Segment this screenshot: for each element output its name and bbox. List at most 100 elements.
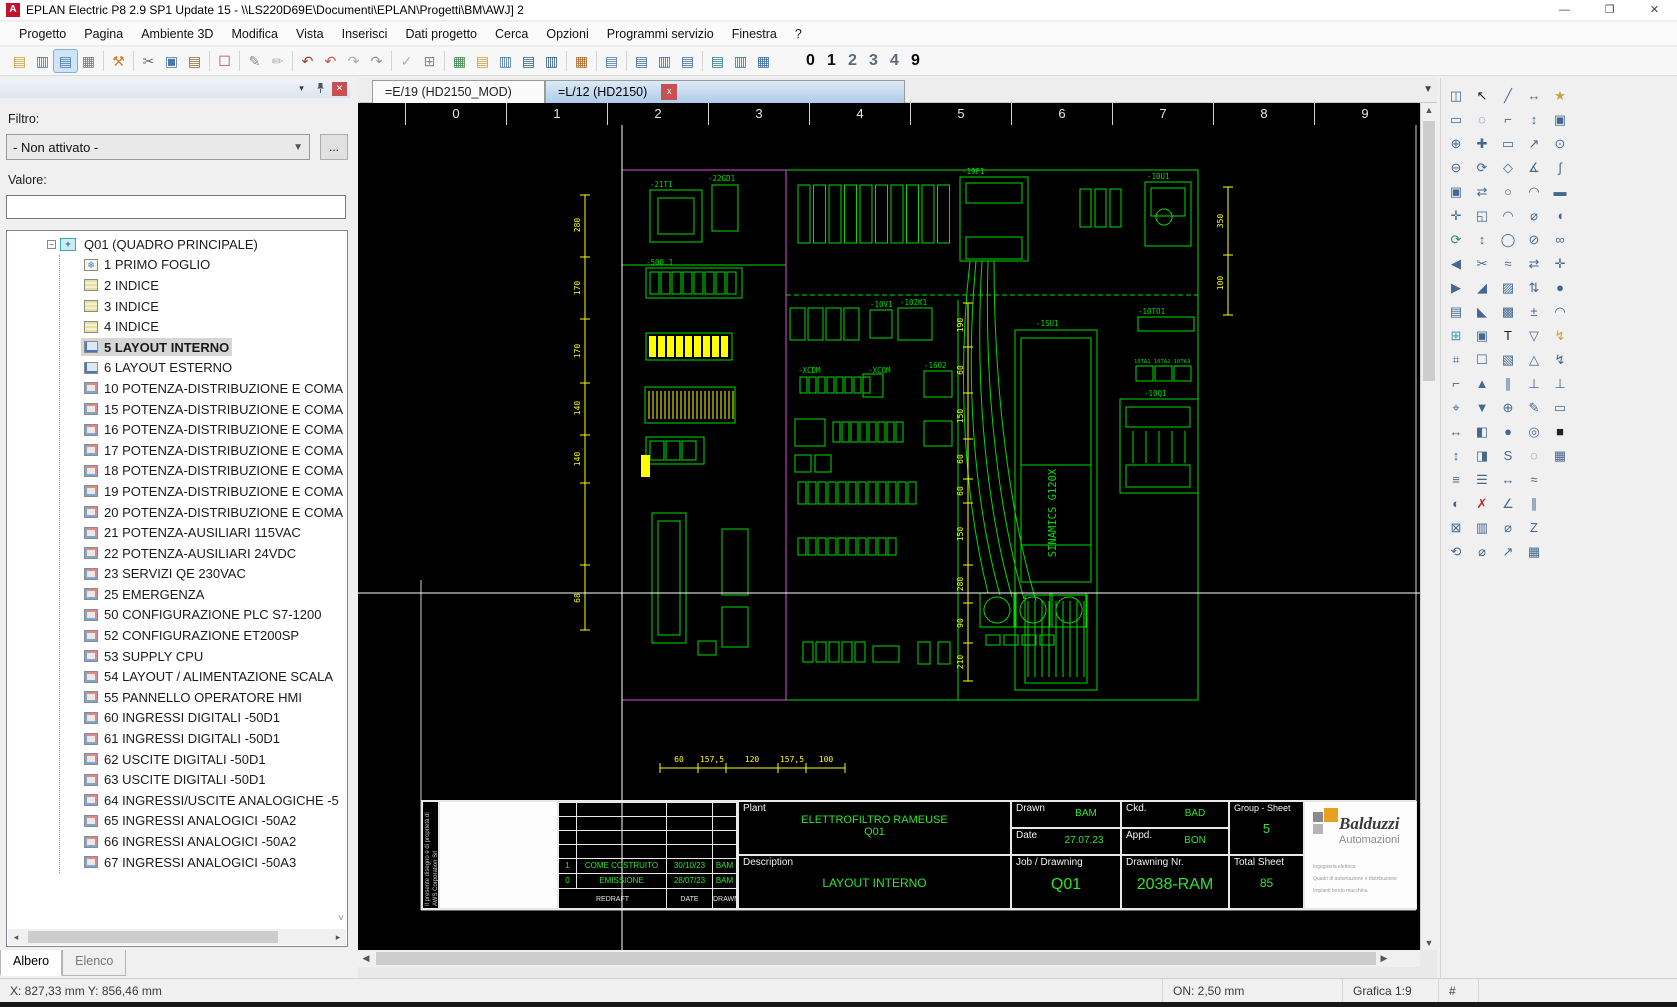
plc-box-icon[interactable]: ▦	[1548, 444, 1572, 468]
ortho-icon[interactable]: ⌐	[1444, 372, 1468, 396]
expander-icon[interactable]: −	[47, 239, 56, 249]
menu-item[interactable]: Progetto	[10, 24, 75, 44]
visibility-icon[interactable]: ◐	[1444, 492, 1468, 516]
menu-item[interactable]: Opzioni	[537, 24, 597, 44]
window-cascade-icon[interactable]: ◫	[1444, 84, 1468, 108]
properties-icon[interactable]: ▥	[1470, 516, 1494, 540]
new-project-icon[interactable]: ▤	[8, 50, 31, 72]
page-properties-icon[interactable]: ▤	[53, 49, 78, 73]
scrollbar-thumb[interactable]	[28, 931, 278, 943]
settings-wrench-icon[interactable]: ⚒	[107, 50, 130, 72]
spline-icon[interactable]: ≈	[1496, 252, 1520, 276]
menu-item[interactable]: Programmi servizio	[598, 24, 723, 44]
tree-item[interactable]: 66 INGRESSI ANALOGICI -50A2	[7, 831, 347, 852]
tree-item[interactable]: 25 EMERGENZA	[7, 584, 347, 605]
redo-multiple-icon[interactable]: ↷	[365, 50, 388, 72]
vertical-scrollbar[interactable]: ▲ ▼	[1420, 103, 1437, 950]
dim-baseline-icon[interactable]: ⇅	[1522, 276, 1546, 300]
dimension-icon[interactable]: ↔	[1496, 468, 1520, 492]
angle-dimension-icon[interactable]: ∠	[1496, 492, 1520, 516]
center-mark-icon[interactable]: ⊕	[1496, 396, 1520, 420]
tree-item[interactable]: 19 POTENZA-DISTRIBUZIONE E COMA	[7, 481, 347, 502]
parts-list-icon[interactable]: ▦	[570, 50, 593, 72]
bom-navigator-icon[interactable]: ▥	[540, 50, 563, 72]
mirror-icon[interactable]: ⇄	[1470, 180, 1494, 204]
construction-line-icon[interactable]: ∥	[1496, 372, 1520, 396]
fill-icon[interactable]: ▩	[1496, 300, 1520, 324]
pin-icon[interactable]	[313, 82, 328, 96]
lock-icon[interactable]: ⊠	[1444, 516, 1468, 540]
menu-item[interactable]: Ambiente 3D	[132, 24, 222, 44]
move-icon[interactable]: ✚	[1470, 132, 1494, 156]
scroll-right-icon[interactable]: ▶	[1376, 953, 1392, 964]
dim-arc-icon[interactable]: ◠	[1522, 180, 1546, 204]
filter-browse-button[interactable]: ...	[320, 134, 348, 160]
coordinates-icon[interactable]: ⌖	[1444, 396, 1468, 420]
scrollbar-thumb[interactable]	[376, 952, 1376, 965]
tolerance-icon[interactable]: ±	[1522, 300, 1546, 324]
scroll-left-icon[interactable]: ◂	[8, 932, 24, 943]
connection-point-icon[interactable]: ✛	[1548, 252, 1572, 276]
tree-item[interactable]: 60 INGRESSI DIGITALI -50D1	[7, 708, 347, 729]
symbol-select-icon[interactable]: ▥	[494, 50, 517, 72]
twisted-pair-icon[interactable]: ∞	[1548, 228, 1572, 252]
navigator-tab[interactable]: Elenco	[62, 950, 127, 976]
lasso-icon[interactable]: ◌	[1470, 108, 1494, 132]
weld-icon[interactable]: △	[1522, 348, 1546, 372]
align-right-icon[interactable]: ◨	[1470, 444, 1494, 468]
tree-scroll-down-icon[interactable]: ˅	[338, 913, 344, 924]
group-icon[interactable]: ▣	[1470, 324, 1494, 348]
dim-chain-icon[interactable]: ⇄	[1522, 252, 1546, 276]
box-icon[interactable]: ▭	[1548, 396, 1572, 420]
sheet-number-button[interactable]: 1	[822, 50, 841, 72]
menu-item[interactable]: Finestra	[723, 24, 786, 44]
insert-symbol-icon[interactable]: ★	[1548, 84, 1572, 108]
cable-icon[interactable]: ∫	[1548, 156, 1572, 180]
hatch-edit-icon[interactable]: ▦	[1522, 540, 1546, 564]
menu-item[interactable]: Inserisci	[333, 24, 397, 44]
circle-icon[interactable]: ○	[1496, 180, 1520, 204]
snap-grid-icon[interactable]: ⌗	[1444, 348, 1468, 372]
ground-icon[interactable]: ⊥	[1548, 372, 1572, 396]
menu-item[interactable]: Dati progetto	[396, 24, 486, 44]
cable-navigator-icon[interactable]: ▤	[706, 50, 729, 72]
tree-item[interactable]: 23 SERVIZI QE 230VAC	[7, 564, 347, 585]
scrollbar-thumb[interactable]	[1423, 121, 1435, 381]
zoom-out-icon[interactable]: ⊖	[1444, 156, 1468, 180]
ruler-vertical-icon[interactable]: ↕	[1444, 444, 1468, 468]
undo-multiple-icon[interactable]: ↶	[296, 50, 319, 72]
previous-view-icon[interactable]: ◀	[1444, 252, 1468, 276]
tree-item[interactable]: 63 USCITE DIGITALI -50D1	[7, 769, 347, 790]
jumper-icon[interactable]: ◠	[1548, 300, 1572, 324]
close-button[interactable]: ✕	[1632, 0, 1677, 20]
tree-item[interactable]: 54 LAYOUT / ALIMENTAZIONE SCALA	[7, 666, 347, 687]
tree-item[interactable]: 62 USCITE DIGITALI -50D1	[7, 749, 347, 770]
tree-item[interactable]: 52 CONFIGURAZIONE ET200SP	[7, 625, 347, 646]
polyline-icon[interactable]: ⌐	[1496, 108, 1520, 132]
menu-item[interactable]: Vista	[287, 24, 333, 44]
insert-table-icon[interactable]: ⊞	[418, 50, 441, 72]
plc-navigator-icon[interactable]: ▥	[729, 50, 752, 72]
layers-icon[interactable]: ≡	[1444, 468, 1468, 492]
tree-item[interactable]: 65 INGRESSI ANALOGICI -50A2	[7, 811, 347, 832]
potential-navigator-icon[interactable]: ▥	[653, 50, 676, 72]
scroll-right-icon[interactable]: ▸	[330, 932, 346, 943]
leader-icon[interactable]: ↗	[1496, 540, 1520, 564]
connection-navigator-icon[interactable]: ▤	[630, 50, 653, 72]
select-arrow-icon[interactable]: ↖	[1470, 84, 1494, 108]
corner-icon[interactable]: ◢	[1470, 276, 1494, 300]
sheet-number-button[interactable]: 2	[843, 50, 862, 72]
sheet-number-button[interactable]: 0	[801, 50, 820, 72]
ellipse-icon[interactable]: ◯	[1496, 228, 1520, 252]
tree-item[interactable]: 17 POTENZA-DISTRIBUZIONE E COMA	[7, 440, 347, 461]
dim-linear-icon[interactable]: ↔	[1522, 84, 1546, 108]
horizontal-scrollbar[interactable]: ◀ ▶	[358, 950, 1420, 967]
maximize-button[interactable]: ❐	[1587, 0, 1632, 20]
print-icon[interactable]: ▦	[77, 50, 100, 72]
cut-icon[interactable]: ✂	[137, 50, 160, 72]
tree-item[interactable]: 22 POTENZA-AUSILIARI 24VDC	[7, 543, 347, 564]
tree-item[interactable]: 53 SUPPLY CPU	[7, 646, 347, 667]
distribute-icon[interactable]: ☰	[1470, 468, 1494, 492]
arc-icon[interactable]: ◠	[1496, 204, 1520, 228]
erase-icon[interactable]: ✗	[1470, 492, 1494, 516]
